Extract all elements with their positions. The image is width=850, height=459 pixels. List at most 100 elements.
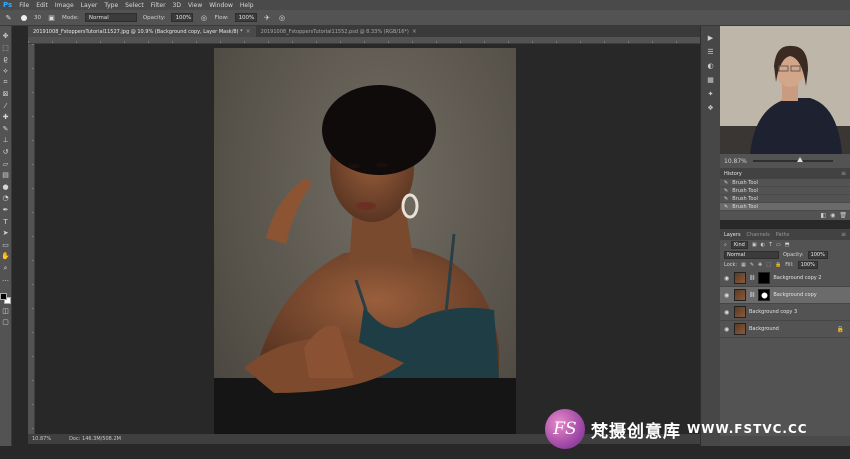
layer-row[interactable]: ◉ Background 🔒 <box>720 321 850 338</box>
document-tab[interactable]: 20191008_FstoppersTutorial11552.psd @ 8.… <box>256 26 422 37</box>
menu-3d[interactable]: 3D <box>173 2 181 9</box>
document-tab-active[interactable]: 20191008_FstoppersTutorial11527.jpg @ 10… <box>28 26 256 37</box>
brush-tool-icon[interactable]: ✎ <box>1 125 10 134</box>
tab-history[interactable]: History <box>724 171 742 177</box>
blend-mode-select[interactable]: Normal <box>724 251 779 259</box>
lock-pixels-icon[interactable]: ✎ <box>750 262 754 268</box>
filter-smart-object-icon[interactable]: ⬒ <box>785 242 790 248</box>
chain-link-icon[interactable]: ⛓ <box>749 292 755 298</box>
crop-tool-icon[interactable]: ⌗ <box>1 78 10 87</box>
lock-position-icon[interactable]: ✥ <box>758 262 762 268</box>
layer-row[interactable]: ◉ ⛓ Background copy 2 <box>720 270 850 287</box>
menu-filter[interactable]: Filter <box>151 2 166 9</box>
opacity-field[interactable]: 100% <box>171 13 194 22</box>
tab-channels[interactable]: Channels <box>747 232 770 238</box>
zoom-slider[interactable] <box>752 157 833 162</box>
filter-shape-icon[interactable]: ▭ <box>776 242 781 248</box>
mode-select[interactable]: Normal <box>84 13 137 22</box>
gradient-tool-icon[interactable]: ▤ <box>1 171 10 180</box>
lasso-tool-icon[interactable]: ϱ <box>1 55 10 64</box>
history-item[interactable]: ✎ Brush Tool <box>720 187 850 195</box>
hand-tool-icon[interactable]: ✋ <box>1 252 10 261</box>
play-action-icon[interactable]: ▶ <box>706 34 715 43</box>
new-document-from-state-icon[interactable]: ◧ <box>820 212 826 219</box>
snapshot-icon[interactable]: ◉ <box>830 212 835 219</box>
navigator-zoom[interactable]: 10.87% <box>724 158 747 165</box>
screen-mode-icon[interactable]: ▢ <box>1 318 10 327</box>
visibility-eye-icon[interactable]: ◉ <box>724 309 731 316</box>
blur-tool-icon[interactable]: ● <box>1 183 10 192</box>
swatches-panel-icon[interactable]: ▦ <box>706 76 715 85</box>
history-brush-tool-icon[interactable]: ↺ <box>1 148 10 157</box>
visibility-eye-icon[interactable]: ◉ <box>724 326 731 333</box>
history-item[interactable]: ✎ Brush Tool <box>720 195 850 203</box>
marquee-tool-icon[interactable]: ⬚ <box>1 44 10 53</box>
layer-opacity-field[interactable]: 100% <box>807 251 828 259</box>
menu-select[interactable]: Select <box>125 2 144 9</box>
menu-edit[interactable]: Edit <box>36 2 48 9</box>
pen-tool-icon[interactable]: ✒ <box>1 206 10 215</box>
filter-search-icon[interactable]: ⌕ <box>724 242 727 248</box>
lock-artboard-icon[interactable]: ⬚ <box>766 262 771 268</box>
fill-field[interactable]: 100% <box>797 261 818 269</box>
layer-name[interactable]: Background <box>749 326 779 332</box>
flow-field[interactable]: 100% <box>234 13 257 22</box>
eraser-tool-icon[interactable]: ▱ <box>1 160 10 169</box>
chain-link-icon[interactable]: ⛓ <box>749 275 755 281</box>
close-tab-icon[interactable]: × <box>412 28 417 35</box>
menu-type[interactable]: Type <box>104 2 118 9</box>
layer-row[interactable]: ◉ Background copy 3 <box>720 304 850 321</box>
clone-stamp-tool-icon[interactable]: ⊥ <box>1 136 10 145</box>
lock-all-icon[interactable]: 🔒 <box>775 262 781 268</box>
tab-paths[interactable]: Paths <box>776 232 790 238</box>
lock-transparent-icon[interactable]: ▦ <box>741 262 746 268</box>
properties-panel-icon[interactable]: ☰ <box>706 48 715 57</box>
menu-image[interactable]: Image <box>55 2 74 9</box>
frame-tool-icon[interactable]: ⊠ <box>1 90 10 99</box>
history-item[interactable]: ✎ Brush Tool <box>720 179 850 187</box>
more-tools-icon[interactable]: … <box>1 275 10 284</box>
history-item-selected[interactable]: ✎ Brush Tool <box>720 203 850 211</box>
menu-view[interactable]: View <box>188 2 202 9</box>
portrait-photo[interactable] <box>214 48 516 436</box>
path-selection-tool-icon[interactable]: ➤ <box>1 229 10 238</box>
filter-type-icon[interactable]: T <box>769 242 772 248</box>
dodge-tool-icon[interactable]: ◔ <box>1 194 10 203</box>
menu-help[interactable]: Help <box>240 2 254 9</box>
type-tool-icon[interactable]: T <box>1 218 10 227</box>
visibility-eye-icon[interactable]: ◉ <box>724 292 731 299</box>
menu-layer[interactable]: Layer <box>81 2 98 9</box>
eyedropper-tool-icon[interactable]: ⁄ <box>1 102 10 111</box>
status-zoom[interactable]: 10.87% <box>32 436 51 442</box>
panel-menu-icon[interactable]: ≡ <box>841 170 846 177</box>
layer-mask-thumbnail[interactable] <box>758 272 771 284</box>
layer-mask-thumbnail[interactable] <box>758 289 771 301</box>
layer-name[interactable]: Background copy 3 <box>749 309 797 315</box>
brush-tool-icon[interactable]: ✎ <box>4 13 13 22</box>
layer-name[interactable]: Background copy 2 <box>773 275 821 281</box>
pressure-size-icon[interactable]: ◎ <box>278 13 287 22</box>
styles-panel-icon[interactable]: ✦ <box>706 90 715 99</box>
filter-pixel-icon[interactable]: ▣ <box>752 242 757 248</box>
zoom-tool-icon[interactable]: ⌕ <box>1 264 10 273</box>
canvas-area[interactable] <box>35 44 700 436</box>
quick-mask-icon[interactable]: ◫ <box>1 307 10 316</box>
pressure-opacity-icon[interactable]: ◎ <box>199 13 208 22</box>
panel-menu-icon[interactable]: ≡ <box>841 231 846 238</box>
filter-adjustment-icon[interactable]: ◐ <box>761 242 765 248</box>
zoom-slider-knob[interactable] <box>796 157 803 162</box>
kind-filter-select[interactable]: Kind <box>730 241 748 249</box>
close-tab-icon[interactable]: × <box>246 28 251 35</box>
menu-file[interactable]: File <box>19 2 29 9</box>
brush-preset-picker[interactable] <box>19 13 28 22</box>
tab-layers[interactable]: Layers <box>724 232 741 238</box>
visibility-eye-icon[interactable]: ◉ <box>724 275 731 282</box>
color-swatches[interactable] <box>0 293 11 305</box>
libraries-panel-icon[interactable]: ❖ <box>706 104 715 113</box>
shape-tool-icon[interactable]: ▭ <box>1 241 10 250</box>
quick-select-tool-icon[interactable]: ⟡ <box>1 67 10 76</box>
move-tool-icon[interactable]: ✥ <box>1 32 10 41</box>
foreground-color-swatch[interactable] <box>0 293 7 301</box>
adjustments-panel-icon[interactable]: ◐ <box>706 62 715 71</box>
menu-window[interactable]: Window <box>209 2 233 9</box>
